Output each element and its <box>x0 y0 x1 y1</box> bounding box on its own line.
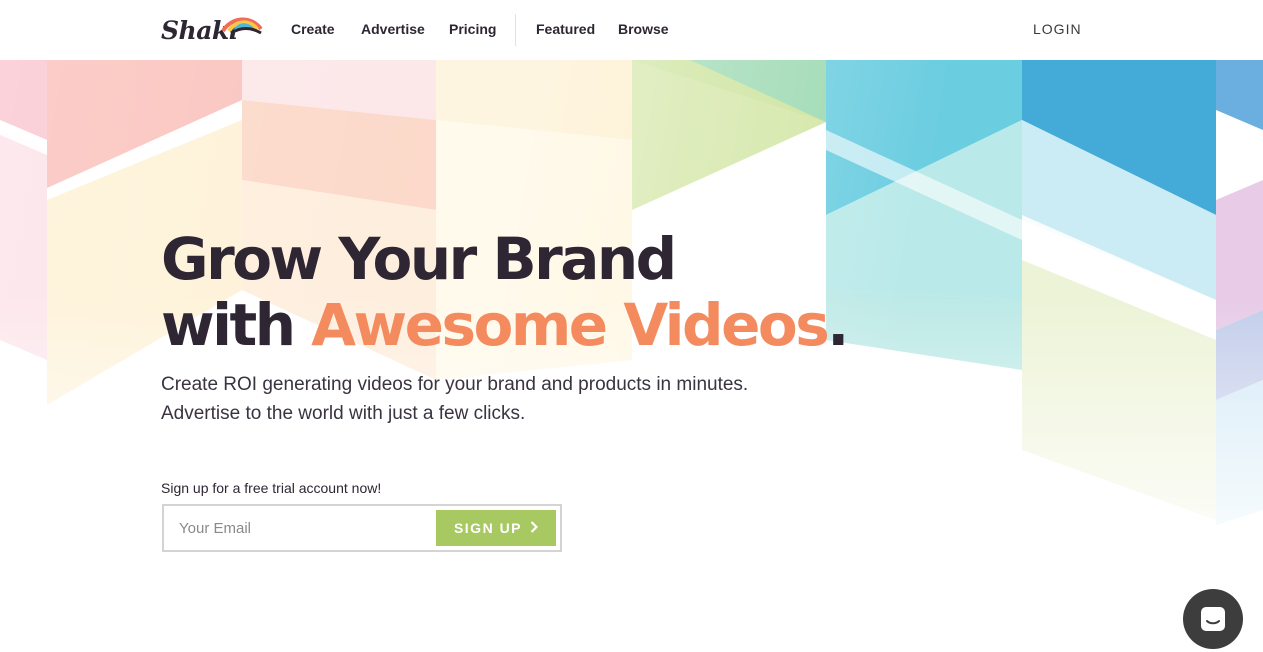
headline-accent: Awesome Videos <box>311 291 830 359</box>
brand-logo[interactable]: Shaki <box>161 13 265 47</box>
chat-launcher-button[interactable] <box>1183 589 1243 649</box>
top-navigation: Shaki Create Advertise Pricing Featured … <box>0 0 1263 60</box>
nav-pricing[interactable]: Pricing <box>449 21 496 37</box>
email-input[interactable] <box>164 506 436 550</box>
sign-up-button[interactable]: SIGN UP <box>436 510 556 546</box>
subtitle-line-1: Create ROI generating videos for your br… <box>161 374 749 395</box>
hero-headline: Grow Your Brand with Awesome Videos. <box>161 226 901 358</box>
subtitle-line-2: Advertise to the world with just a few c… <box>161 403 526 424</box>
chat-icon <box>1201 607 1225 631</box>
signup-form: SIGN UP <box>162 504 562 552</box>
signup-label: Sign up for a free trial account now! <box>161 480 382 496</box>
nav-create[interactable]: Create <box>291 21 335 37</box>
chevron-right-icon <box>530 520 539 536</box>
headline-line-2-plain: with <box>161 291 312 359</box>
nav-divider <box>515 14 516 46</box>
headline-line-1: Grow Your Brand <box>161 225 677 293</box>
login-link[interactable]: LOGIN <box>1033 21 1082 37</box>
nav-advertise[interactable]: Advertise <box>361 21 425 37</box>
headline-period: . <box>827 291 849 359</box>
brand-logo-swirl-icon <box>221 17 263 35</box>
hero-section: Grow Your Brand with Awesome Videos. Cre… <box>161 226 901 428</box>
nav-browse[interactable]: Browse <box>618 21 669 37</box>
hero-subtitle: Create ROI generating videos for your br… <box>161 370 901 428</box>
sign-up-button-label: SIGN UP <box>453 520 523 536</box>
nav-featured[interactable]: Featured <box>536 21 595 37</box>
